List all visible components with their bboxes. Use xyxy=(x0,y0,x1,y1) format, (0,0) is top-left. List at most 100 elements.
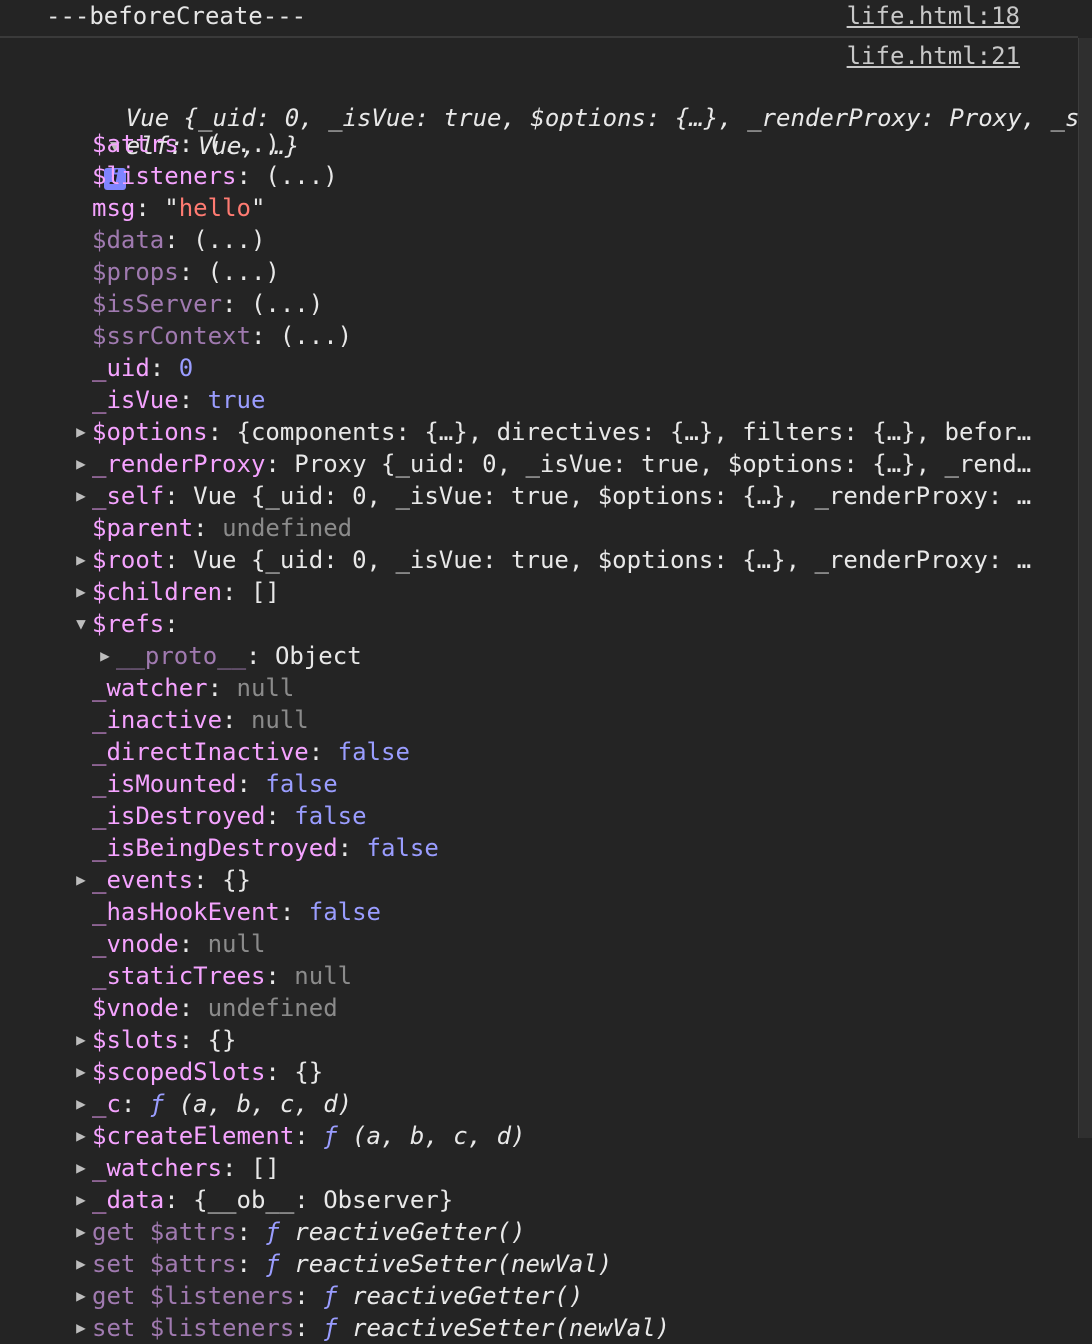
property-row[interactable]: ▶ $root: Vue {_uid: 0, _isVue: true, $opt… xyxy=(70,544,1031,576)
property-value[interactable]: Vue {_uid: 0, _isVue: true, $options: {…… xyxy=(193,546,1031,574)
property-value[interactable]: {} xyxy=(294,1058,323,1086)
property-row: _vnode: null xyxy=(70,928,265,960)
property-value[interactable]: {} xyxy=(222,866,251,894)
property-row[interactable]: ▶ $children: [] xyxy=(70,576,280,608)
colon: : xyxy=(279,898,309,926)
property-value[interactable]: {__ob__: Observer} xyxy=(193,1186,453,1214)
property-key: set $listeners xyxy=(92,1314,295,1342)
expand-triangle-icon[interactable]: ▶ xyxy=(70,480,92,512)
colon: : xyxy=(265,1058,295,1086)
property-key: _data xyxy=(92,1186,165,1214)
property-row[interactable]: ▶ get $listeners: ƒ reactiveGetter() xyxy=(70,1280,583,1312)
property-row[interactable]: ▶ _events: {} xyxy=(70,864,251,896)
property-row[interactable]: ▼ $refs: xyxy=(70,608,179,640)
string-value: hello xyxy=(178,194,251,222)
property-value[interactable]: Object xyxy=(275,642,362,670)
property-value[interactable]: ƒ reactiveGetter() xyxy=(265,1218,525,1246)
property-value[interactable]: ƒ (a, b, c, d) xyxy=(150,1090,352,1118)
colon: : xyxy=(250,322,280,350)
expand-triangle-icon[interactable]: ▶ xyxy=(70,448,92,480)
expand-triangle-icon[interactable]: ▶ xyxy=(70,576,92,608)
colon: : xyxy=(178,994,208,1022)
property-row[interactable]: ▶ $createElement: ƒ (a, b, c, d) xyxy=(70,1120,525,1152)
expand-triangle-icon[interactable]: ▶ xyxy=(70,1312,92,1344)
expand-triangle-icon[interactable]: ▶ xyxy=(70,416,92,448)
property-key: $data xyxy=(92,226,165,254)
object-summary-line2[interactable]: ▼ elf: Vue, …} i xyxy=(46,98,299,190)
property-row[interactable]: ▶ $scopedSlots: {} xyxy=(70,1056,323,1088)
source-link-line18[interactable]: life.html:18 xyxy=(847,2,1020,30)
function-icon: ƒ xyxy=(265,1250,295,1278)
colon: : xyxy=(265,802,295,830)
property-value[interactable]: {components: {…}, directives: {…}, filte… xyxy=(237,418,1032,446)
colon: : xyxy=(222,290,251,318)
property-key: $root xyxy=(92,546,165,574)
property-key: _vnode xyxy=(92,930,179,958)
property-value: (...) xyxy=(207,130,280,158)
property-key: _uid xyxy=(92,354,150,382)
expand-triangle-icon[interactable]: ▶ xyxy=(70,1280,92,1312)
property-row[interactable]: ▶ _self: Vue {_uid: 0, _isVue: true, $opt… xyxy=(70,480,1031,512)
property-row: _isVue: true xyxy=(70,384,265,416)
expand-triangle-icon[interactable]: ▶ xyxy=(70,1248,92,1280)
expand-triangle-icon[interactable]: ▶ xyxy=(70,1120,92,1152)
expand-triangle-icon[interactable]: ▶ xyxy=(70,1024,92,1056)
expand-triangle-icon[interactable]: ▶ xyxy=(94,640,116,672)
colon: : xyxy=(178,1026,208,1054)
property-key: _isBeingDestroyed xyxy=(92,834,338,862)
collapse-triangle-icon[interactable]: ▼ xyxy=(70,608,92,640)
expand-triangle-icon[interactable]: ▶ xyxy=(70,1056,92,1088)
property-key: _inactive xyxy=(92,706,223,734)
colon: : xyxy=(149,354,179,382)
colon: : xyxy=(164,610,179,638)
property-row[interactable]: ▶ $slots: {} xyxy=(70,1024,237,1056)
property-key: $vnode xyxy=(92,994,179,1022)
colon: : xyxy=(135,194,165,222)
expand-triangle-icon[interactable]: ▶ xyxy=(70,1184,92,1216)
property-row[interactable]: ▶ set $listeners: ƒ reactiveSetter(newVal… xyxy=(70,1312,670,1344)
property-row[interactable]: ▶ $options: {components: {…}, directives:… xyxy=(70,416,1031,448)
colon: : xyxy=(308,738,338,766)
property-row[interactable]: ▶ set $attrs: ƒ reactiveSetter(newVal) xyxy=(70,1248,612,1280)
expand-triangle-icon[interactable]: ▶ xyxy=(70,1216,92,1248)
scrollbar[interactable] xyxy=(1078,38,1092,1138)
property-row[interactable]: ▶ _c: ƒ (a, b, c, d) xyxy=(70,1088,352,1120)
property-value: true xyxy=(207,386,266,414)
property-key: _isDestroyed xyxy=(92,802,266,830)
property-value[interactable]: ƒ reactiveGetter() xyxy=(323,1282,583,1310)
property-value[interactable]: ƒ (a, b, c, d) xyxy=(323,1122,525,1150)
property-row[interactable]: ▶ _data: {__ob__: Observer} xyxy=(70,1184,453,1216)
colon: : xyxy=(178,930,208,958)
property-key: $parent xyxy=(92,514,194,542)
property-key: _staticTrees xyxy=(92,962,266,990)
property-value: null xyxy=(207,930,266,958)
property-value[interactable]: {} xyxy=(208,1026,237,1054)
function-icon: ƒ xyxy=(323,1282,353,1310)
property-key: _events xyxy=(92,866,194,894)
expand-triangle-icon[interactable]: ▶ xyxy=(70,1088,92,1120)
property-key: _renderProxy xyxy=(92,450,266,478)
expand-triangle-icon[interactable]: ▶ xyxy=(70,544,92,576)
expand-triangle-icon[interactable]: ▶ xyxy=(70,1152,92,1184)
property-value: (...) xyxy=(279,322,353,350)
source-link-line21[interactable]: life.html:21 xyxy=(847,42,1020,70)
property-row[interactable]: ▶ get $attrs: ƒ reactiveGetter() xyxy=(70,1216,525,1248)
property-row: msg: "hello" xyxy=(70,192,265,224)
property-row[interactable]: ▶ _watchers: [] xyxy=(70,1152,280,1184)
colon: : xyxy=(164,1186,194,1214)
property-key: $slots xyxy=(92,1026,179,1054)
property-value[interactable]: Vue {_uid: 0, _isVue: true, $options: {…… xyxy=(193,482,1031,510)
property-value[interactable]: [] xyxy=(251,1154,280,1182)
property-row[interactable]: ▶ _renderProxy: Proxy {_uid: 0, _isVue: t… xyxy=(70,448,1031,480)
property-value[interactable]: ƒ reactiveSetter(newVal) xyxy=(323,1314,670,1342)
expand-triangle-icon[interactable]: ▶ xyxy=(70,864,92,896)
property-value: false xyxy=(366,834,439,862)
property-row[interactable]: ▶ __proto__: Object xyxy=(94,640,362,672)
property-value[interactable]: [] xyxy=(251,578,280,606)
colon: : xyxy=(164,482,194,510)
property-value[interactable]: Proxy {_uid: 0, _isVue: true, $options: … xyxy=(294,450,1031,478)
colon: : xyxy=(222,706,251,734)
colon: : xyxy=(120,1090,150,1118)
property-value[interactable]: ƒ reactiveSetter(newVal) xyxy=(265,1250,612,1278)
colon: : xyxy=(236,162,266,190)
